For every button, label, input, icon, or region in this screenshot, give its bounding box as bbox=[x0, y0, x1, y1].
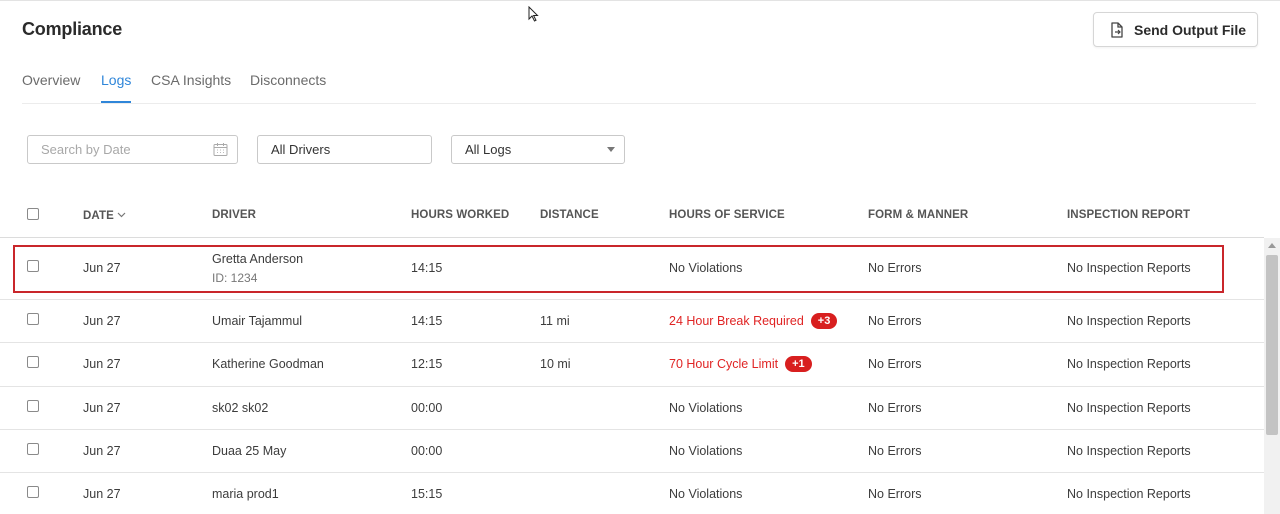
send-output-file-button[interactable]: Send Output File bbox=[1093, 12, 1258, 47]
column-header-date-label: DATE bbox=[83, 210, 114, 222]
row-driver-name[interactable]: Umair Tajammul bbox=[212, 314, 302, 328]
row-driver-name[interactable]: maria prod1 bbox=[212, 487, 279, 501]
tab-overview[interactable]: Overview bbox=[22, 72, 80, 103]
row-hours-of-service: No Violations bbox=[669, 444, 743, 458]
row-inspection-report: No Inspection Reports bbox=[1067, 444, 1191, 458]
column-header-date[interactable]: DATE bbox=[83, 209, 126, 222]
send-output-file-label: Send Output File bbox=[1134, 21, 1246, 38]
table-row[interactable]: Jun 27 sk02 sk02 00:00 No Violations No … bbox=[0, 387, 1264, 430]
row-form-manner: No Errors bbox=[868, 314, 922, 328]
table-row[interactable]: Jun 27 Gretta Anderson ID: 1234 14:15 No… bbox=[0, 238, 1264, 300]
row-hours-worked: 14:15 bbox=[411, 314, 443, 328]
row-checkbox[interactable] bbox=[27, 313, 39, 325]
row-form-manner: No Errors bbox=[868, 401, 922, 415]
logs-filter-select[interactable]: All Logs bbox=[451, 135, 625, 164]
row-hours-worked: 00:00 bbox=[411, 444, 443, 458]
row-checkbox[interactable] bbox=[27, 260, 39, 272]
tab-bar: Overview Logs CSA Insights Disconnects bbox=[22, 72, 1256, 104]
row-inspection-report: No Inspection Reports bbox=[1067, 487, 1191, 501]
row-date: Jun 27 bbox=[83, 444, 121, 458]
column-header-hours-worked: HOURS WORKED bbox=[411, 209, 510, 221]
calendar-icon[interactable] bbox=[213, 142, 228, 160]
tab-csa-insights[interactable]: CSA Insights bbox=[151, 72, 231, 103]
row-date: Jun 27 bbox=[83, 357, 121, 371]
violation-count-badge[interactable]: +1 bbox=[785, 356, 812, 372]
column-header-distance: DISTANCE bbox=[540, 209, 599, 221]
row-hours-worked: 15:15 bbox=[411, 487, 443, 501]
table-header: DATE DRIVER HOURS WORKED DISTANCE HOURS … bbox=[0, 196, 1264, 238]
mouse-cursor-icon bbox=[528, 5, 539, 27]
driver-filter-select[interactable]: All Drivers bbox=[257, 135, 432, 164]
column-header-form-manner: FORM & MANNER bbox=[868, 209, 969, 221]
file-export-icon bbox=[1110, 21, 1124, 38]
row-checkbox[interactable] bbox=[27, 486, 39, 498]
row-checkbox[interactable] bbox=[27, 356, 39, 368]
scroll-up-arrow-icon[interactable] bbox=[1268, 243, 1276, 248]
table-scrollbar[interactable] bbox=[1264, 238, 1280, 514]
violation-label: 70 Hour Cycle Limit bbox=[669, 357, 779, 371]
tab-disconnects[interactable]: Disconnects bbox=[250, 72, 326, 103]
row-inspection-report: No Inspection Reports bbox=[1067, 357, 1191, 371]
table-row[interactable]: Jun 27 Katherine Goodman 12:15 10 mi 70 … bbox=[0, 343, 1264, 387]
row-driver-id: ID: 1234 bbox=[212, 271, 258, 285]
logs-filter-value: All Logs bbox=[465, 142, 512, 157]
row-hours-of-service: No Violations bbox=[669, 487, 743, 501]
row-driver-name[interactable]: Duaa 25 May bbox=[212, 444, 286, 458]
page-title: Compliance bbox=[22, 19, 123, 39]
row-form-manner: No Errors bbox=[868, 444, 922, 458]
row-hours-of-service: No Violations bbox=[669, 261, 743, 275]
row-date: Jun 27 bbox=[83, 314, 121, 328]
row-form-manner: No Errors bbox=[868, 261, 922, 275]
row-hours-of-service: No Violations bbox=[669, 401, 743, 415]
row-inspection-report: No Inspection Reports bbox=[1067, 314, 1191, 328]
row-form-manner: No Errors bbox=[868, 357, 922, 371]
row-date: Jun 27 bbox=[83, 401, 121, 415]
column-header-inspection-report: INSPECTION REPORT bbox=[1067, 209, 1191, 221]
row-hours-worked: 14:15 bbox=[411, 261, 443, 275]
scrollbar-thumb[interactable] bbox=[1266, 255, 1278, 435]
caret-down-icon bbox=[607, 147, 615, 152]
row-distance: 11 mi bbox=[540, 314, 570, 328]
row-inspection-report: No Inspection Reports bbox=[1067, 261, 1191, 275]
table-row[interactable]: Jun 27 maria prod1 15:15 No Violations N… bbox=[0, 473, 1264, 514]
row-driver-name[interactable]: Gretta Anderson bbox=[212, 252, 303, 266]
row-date: Jun 27 bbox=[83, 261, 121, 275]
row-checkbox[interactable] bbox=[27, 443, 39, 455]
violation-label: 24 Hour Break Required bbox=[669, 314, 804, 328]
select-all-checkbox[interactable] bbox=[27, 208, 39, 220]
column-header-hours-of-service: HOURS OF SERVICE bbox=[669, 209, 785, 221]
table-row[interactable]: Jun 27 Duaa 25 May 00:00 No Violations N… bbox=[0, 430, 1264, 473]
row-hours-of-service-violation[interactable]: 24 Hour Break Required +3 bbox=[669, 313, 838, 329]
column-header-driver: DRIVER bbox=[212, 209, 257, 221]
row-date: Jun 27 bbox=[83, 487, 121, 501]
row-hours-worked: 12:15 bbox=[411, 357, 443, 371]
row-distance: 10 mi bbox=[540, 357, 571, 371]
row-hours-of-service-violation[interactable]: 70 Hour Cycle Limit +1 bbox=[669, 356, 812, 372]
row-driver-name[interactable]: sk02 sk02 bbox=[212, 401, 268, 415]
table-row[interactable]: Jun 27 Umair Tajammul 14:15 11 mi 24 Hou… bbox=[0, 300, 1264, 343]
driver-filter-value: All Drivers bbox=[271, 142, 331, 157]
row-hours-worked: 00:00 bbox=[411, 401, 443, 415]
search-input[interactable] bbox=[41, 142, 201, 157]
top-border bbox=[0, 0, 1280, 1]
row-form-manner: No Errors bbox=[868, 487, 922, 501]
violation-count-badge[interactable]: +3 bbox=[810, 313, 838, 329]
row-checkbox[interactable] bbox=[27, 400, 39, 412]
chevron-down-icon bbox=[117, 209, 126, 221]
row-inspection-report: No Inspection Reports bbox=[1067, 401, 1191, 415]
row-driver-name[interactable]: Katherine Goodman bbox=[212, 357, 324, 371]
search-by-date-field[interactable] bbox=[27, 135, 238, 164]
tab-logs[interactable]: Logs bbox=[101, 72, 132, 103]
